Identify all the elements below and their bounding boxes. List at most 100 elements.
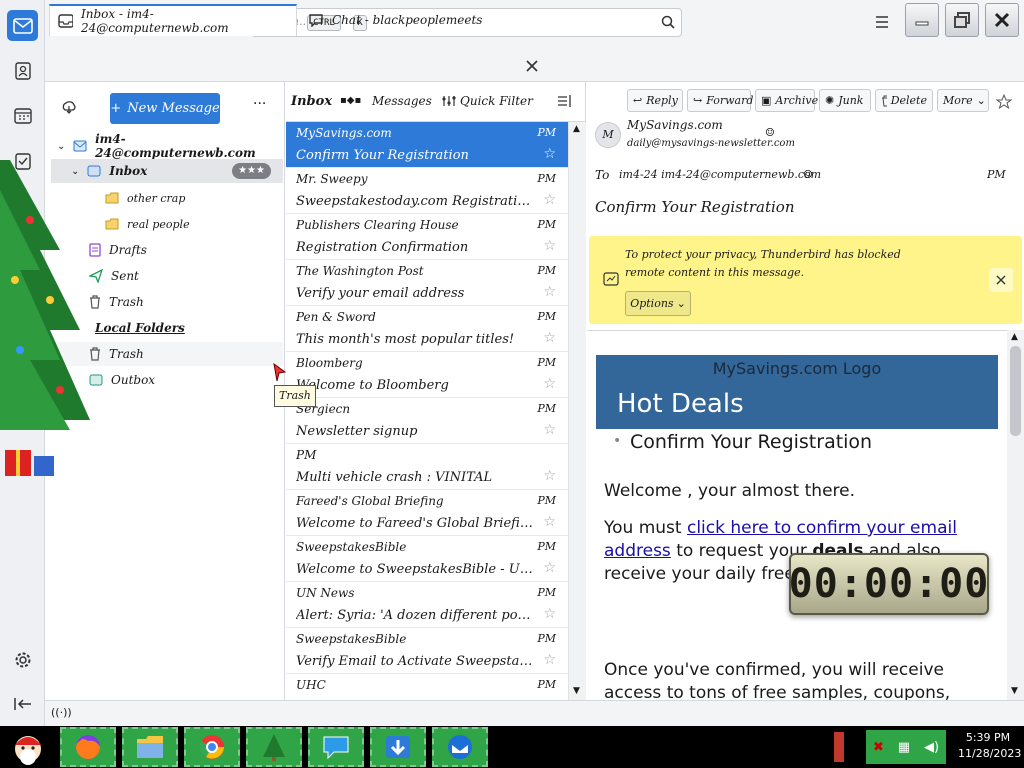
remote-content-notice: To protect your privacy, Thunderbird has… [589, 236, 1022, 324]
star-icon[interactable]: ☆ [543, 330, 556, 346]
scroll-up-icon[interactable]: ▲ [573, 124, 580, 134]
taskbar-file-explorer[interactable] [122, 727, 178, 767]
new-message-button[interactable]: + New Message [110, 93, 220, 124]
message-row[interactable]: SweepstakesBible PM Verify Email to Activa… [286, 628, 568, 674]
reply-button[interactable]: ↩ Reply [627, 89, 683, 112]
calendar-button[interactable] [7, 100, 38, 131]
message-row[interactable]: MySavings.com PM Confirm Your Registration… [286, 122, 568, 168]
folder-pane-more-icon[interactable]: ··· [253, 96, 266, 112]
network-icon[interactable]: ▦ [898, 740, 910, 755]
collapse-spaces-button[interactable] [7, 688, 38, 719]
activity-icon[interactable]: ((·)) [51, 706, 72, 719]
options-button[interactable]: Options ⌄ [625, 291, 691, 316]
folder-icon [105, 218, 119, 230]
folder-icon [105, 192, 119, 204]
minimize-button[interactable] [905, 3, 939, 37]
star-icon[interactable]: ☆ [543, 422, 556, 438]
taskbar-downloads[interactable] [370, 727, 426, 767]
quick-filter-button[interactable]: Quick Filter [460, 94, 533, 108]
minimize-icon [915, 21, 929, 26]
volume-icon[interactable]: ◀) [924, 740, 939, 755]
message-row[interactable]: Pen & Sword PM This month's most popular t… [286, 306, 568, 352]
scroll-up-icon[interactable]: ▲ [1011, 332, 1018, 342]
star-message-icon[interactable] [996, 94, 1012, 110]
local-folders-row[interactable]: Local Folders [95, 316, 185, 340]
message-subject: Welcome to Fareed's Global Briefing [296, 516, 536, 531]
folder-trash[interactable]: Trash [89, 290, 144, 314]
folder-drafts[interactable]: Drafts [89, 238, 147, 262]
dismiss-notice-button[interactable] [989, 268, 1013, 292]
message-row[interactable]: The Washington Post PM Verify your email a… [286, 260, 568, 306]
star-icon[interactable]: ☆ [543, 652, 556, 668]
close-window-button[interactable] [985, 3, 1019, 37]
message-subject: Sweepstakestoday.com Registration Inform… [296, 194, 536, 209]
folder-outbox[interactable]: Outbox [89, 368, 155, 392]
tab-chat[interactable]: Chat - blackpeoplemeets [300, 4, 550, 36]
message-row[interactable]: UN News PM Alert: Syria: 'A dozen differen… [286, 582, 568, 628]
list-display-options-icon[interactable] [557, 94, 571, 108]
close-tab-icon[interactable] [526, 60, 538, 72]
star-icon[interactable]: ☆ [543, 146, 556, 162]
sender-name[interactable]: MySavings.com [627, 118, 723, 132]
taskbar-thunderbird[interactable] [432, 727, 488, 767]
reader-scrollbar[interactable]: ▲ ▼ [1007, 330, 1024, 700]
delete-button[interactable]: Delete [875, 89, 933, 112]
mail-space-button[interactable] [7, 10, 38, 41]
account-row[interactable]: ⌄ im4-24@computernewb.com [57, 132, 282, 160]
reader-scroll-thumb[interactable] [1010, 346, 1021, 436]
chat-bubble-icon [323, 736, 349, 760]
chevron-down-icon: ⌄ [57, 140, 66, 152]
message-row[interactable]: Publishers Clearing House PM Registration … [286, 214, 568, 260]
plus-icon: + [110, 101, 122, 116]
search-icon[interactable] [661, 15, 675, 29]
more-button[interactable]: More ⌄ [937, 89, 989, 112]
folder-other-crap[interactable]: other crap [105, 186, 185, 210]
restore-button[interactable] [945, 3, 979, 37]
taskbar-christmas-app[interactable] [246, 727, 302, 767]
message-row[interactable]: Bloomberg PM Welcome to Bloomberg ☆ [286, 352, 568, 398]
message-row[interactable]: Fareed's Global Briefing PM Welcome to Far… [286, 490, 568, 536]
scroll-down-icon[interactable]: ▼ [573, 686, 580, 696]
star-icon[interactable]: ☆ [543, 192, 556, 208]
archive-icon: ▣ [761, 94, 772, 107]
star-icon[interactable]: ☆ [543, 284, 556, 300]
message-row[interactable]: Mr. Sweepy PM Sweepstakestoday.com Registr… [286, 168, 568, 214]
star-icon[interactable]: ☆ [543, 376, 556, 392]
taskbar-firefox[interactable] [60, 727, 116, 767]
taskbar-chat-app[interactable] [308, 727, 364, 767]
message-row[interactable]: PM Multi vehicle crash : VINITAL ☆ [286, 444, 568, 490]
countdown-timer-widget[interactable]: 00:00:00 [789, 553, 989, 615]
tab-inbox[interactable]: Inbox - im4-24@computernewb.com [49, 4, 297, 36]
address-book-button[interactable] [7, 55, 38, 86]
start-button[interactable] [2, 727, 54, 767]
get-messages-icon[interactable] [61, 100, 77, 114]
message-subject: Confirm Your Registration [595, 198, 795, 216]
to-recipient[interactable]: im4-24 im4-24@computernewb.com [619, 168, 821, 181]
star-icon[interactable]: ☆ [543, 468, 556, 484]
collapse-left-icon [13, 697, 31, 710]
star-icon[interactable]: ☆ [543, 514, 556, 530]
forward-button[interactable]: ↪ Forward [687, 89, 753, 112]
folder-real-people[interactable]: real people [105, 212, 190, 236]
star-icon[interactable]: ☆ [543, 560, 556, 576]
scroll-down-icon[interactable]: ▼ [1011, 686, 1018, 696]
star-icon[interactable]: ☆ [543, 238, 556, 254]
archive-button[interactable]: ▣ Archive [755, 89, 818, 112]
message-row[interactable]: SweepstakesBible PM Welcome to Sweepstakes… [286, 536, 568, 582]
christmas-tree-decoration [0, 160, 90, 476]
star-icon[interactable]: ☆ [543, 606, 556, 622]
gear-icon [15, 652, 30, 667]
list-folder-title: Inbox [291, 94, 333, 109]
folder-sent[interactable]: Sent [89, 264, 139, 288]
taskbar-clock[interactable]: 5:39 PM 11/28/2023 [958, 730, 1021, 762]
message-list-scrollbar[interactable]: ▲ ▼ [568, 122, 586, 700]
message-row[interactable]: UHCPM☆ [286, 674, 568, 700]
message-row[interactable]: Sergiecn PM Newsletter signup ☆ [286, 398, 568, 444]
junk-button[interactable]: ✺ Junk [819, 89, 871, 112]
message-date: PM [537, 494, 556, 507]
settings-button[interactable] [7, 644, 38, 675]
taskbar-chrome[interactable] [184, 727, 240, 767]
network-warning-icon[interactable]: ✖ [873, 740, 884, 755]
app-menu-icon[interactable] [874, 15, 890, 29]
email-welcome: Welcome , your almost there. [604, 481, 856, 501]
